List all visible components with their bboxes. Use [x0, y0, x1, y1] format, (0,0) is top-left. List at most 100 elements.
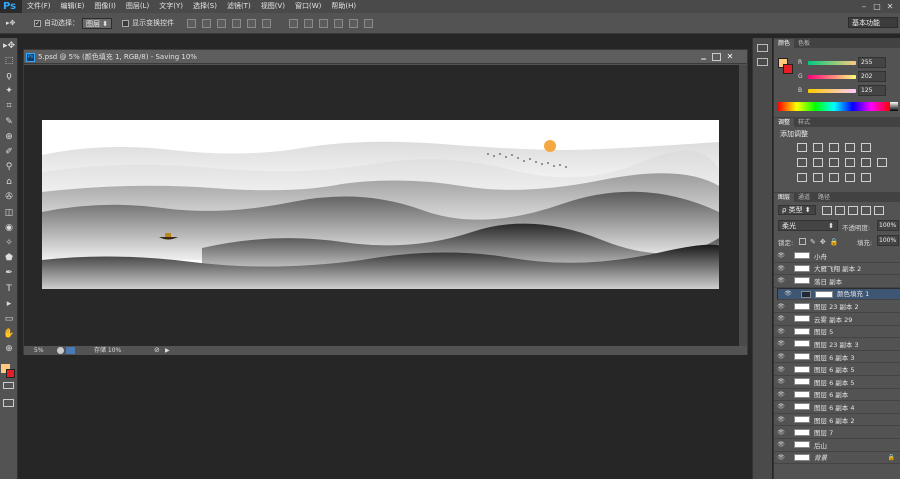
menu-item[interactable]: 文件(F)	[22, 0, 56, 13]
tool-3-icon[interactable]: ✦	[0, 84, 18, 99]
menu-item[interactable]: 图层(L)	[121, 0, 154, 13]
invert-icon[interactable]	[797, 173, 807, 182]
posterize-icon[interactable]	[813, 173, 823, 182]
distribute-right-icon[interactable]	[364, 18, 374, 28]
layer-row[interactable]: 👁 图层 6 副本 4	[774, 401, 900, 414]
layer-row[interactable]: 👁 图层 6 副本 3	[774, 351, 900, 364]
red-slider[interactable]	[808, 61, 856, 65]
filter-smart-icon[interactable]	[874, 206, 884, 215]
photo-filter-icon[interactable]	[845, 158, 855, 167]
visibility-eye-icon[interactable]: 👁	[774, 366, 788, 373]
lock-paint-icon[interactable]: ✎	[810, 238, 816, 246]
auto-select-dropdown[interactable]: 图层 ⬍	[82, 17, 113, 29]
layer-row[interactable]: 👁 后山	[774, 439, 900, 452]
workspace-switcher[interactable]: 基本功能	[848, 17, 898, 28]
doc-minimize-icon[interactable]: ▁	[699, 53, 708, 61]
blend-mode-dropdown[interactable]: 柔光 ⬍	[778, 220, 838, 231]
quick-mask-icon[interactable]	[3, 382, 14, 389]
tool-5-icon[interactable]: ✎	[0, 114, 18, 129]
lock-all-icon[interactable]: 🔒	[830, 238, 839, 246]
tool-4-icon[interactable]: ⌗	[0, 99, 18, 114]
visibility-eye-icon[interactable]: 👁	[774, 353, 788, 360]
tab-adjustments[interactable]: 调整	[774, 118, 795, 127]
visibility-eye-icon[interactable]: 👁	[774, 441, 788, 448]
vertical-scrollbar[interactable]	[739, 65, 747, 346]
filter-adjust-icon[interactable]	[835, 206, 845, 215]
doc-close-icon[interactable]: ✕	[725, 52, 735, 62]
maximize-button[interactable]: □	[871, 0, 883, 13]
color-lookup-icon[interactable]	[877, 158, 887, 167]
tool-6-icon[interactable]: ⊕	[0, 129, 18, 144]
tool-8-icon[interactable]: ⚲	[0, 160, 18, 175]
background-color-swatch[interactable]	[6, 369, 15, 378]
show-transform-checkbox[interactable]: 显示变换控件	[122, 17, 174, 30]
menu-item[interactable]: 选择(S)	[188, 0, 222, 13]
blue-slider[interactable]	[808, 89, 856, 93]
visibility-eye-icon[interactable]: 👁	[774, 454, 788, 461]
filter-pixel-icon[interactable]	[822, 206, 832, 215]
layer-row[interactable]: 👁 云雾 副本 29	[774, 313, 900, 326]
menu-item[interactable]: 帮助(H)	[326, 0, 361, 13]
layer-row[interactable]: 👁 图层 6 副本 2	[774, 414, 900, 427]
tool-16-icon[interactable]: T	[0, 281, 18, 296]
menu-item[interactable]: 图像(I)	[89, 0, 121, 13]
blue-value[interactable]: 125	[858, 85, 886, 96]
tool-1-icon[interactable]: ⬚	[0, 53, 18, 68]
brightness-icon[interactable]	[797, 143, 807, 152]
black-white-icon[interactable]	[829, 158, 839, 167]
distribute-bottom-icon[interactable]	[319, 18, 329, 28]
threshold-icon[interactable]	[829, 173, 839, 182]
move-tool-preset[interactable]: ▸✥	[6, 17, 26, 30]
distribute-vcenter-icon[interactable]	[304, 18, 314, 28]
color-balance-icon[interactable]	[813, 158, 823, 167]
fill-input[interactable]: 100%	[877, 235, 899, 246]
layer-row[interactable]: 👁 颜色填充 1	[777, 287, 900, 301]
align-right-icon[interactable]	[262, 18, 272, 28]
green-value[interactable]: 202	[858, 71, 886, 82]
exposure-icon[interactable]	[845, 143, 855, 152]
layer-row[interactable]: 👁 图层 7	[774, 426, 900, 439]
distribute-top-icon[interactable]	[289, 18, 299, 28]
align-vcenter-icon[interactable]	[202, 18, 212, 28]
tab-color[interactable]: 颜色	[774, 39, 795, 48]
tool-13-icon[interactable]: ✧	[0, 235, 18, 250]
tool-14-icon[interactable]: ⬟	[0, 251, 18, 266]
visibility-eye-icon[interactable]: 👁	[774, 252, 788, 259]
tool-15-icon[interactable]: ✒	[0, 266, 18, 281]
red-value[interactable]: 255	[858, 57, 886, 68]
tool-2-icon[interactable]: ϙ	[0, 68, 18, 83]
align-top-icon[interactable]	[187, 18, 197, 28]
align-bottom-icon[interactable]	[217, 18, 227, 28]
gradient-map-icon[interactable]	[845, 173, 855, 182]
visibility-eye-icon[interactable]: 👁	[774, 340, 788, 347]
close-button[interactable]: ✕	[884, 0, 896, 13]
layer-row[interactable]: 👁 图层 23 副本 2	[774, 300, 900, 313]
layer-row[interactable]: 👁 图层 6 副本 5	[774, 376, 900, 389]
tab-styles[interactable]: 样式	[794, 118, 814, 127]
menu-item[interactable]: 视图(V)	[256, 0, 290, 13]
distribute-left-icon[interactable]	[334, 18, 344, 28]
menu-item[interactable]: 窗口(W)	[290, 0, 326, 13]
layer-row[interactable]: 👁 落日 副本	[774, 275, 900, 288]
hue-saturation-icon[interactable]	[797, 158, 807, 167]
visibility-eye-icon[interactable]: 👁	[774, 315, 788, 322]
tool-9-icon[interactable]: ⌂	[0, 175, 18, 190]
tab-paths[interactable]: 路径	[814, 193, 834, 202]
menu-item[interactable]: 编辑(E)	[56, 0, 90, 13]
visibility-eye-icon[interactable]: 👁	[774, 429, 788, 436]
minimize-button[interactable]: –	[858, 0, 870, 13]
layer-mask-thumbnail[interactable]	[815, 290, 833, 298]
bw-ramp[interactable]	[890, 102, 898, 111]
visibility-eye-icon[interactable]: 👁	[774, 391, 788, 398]
history-panel-icon[interactable]	[757, 44, 768, 52]
visibility-eye-icon[interactable]: 👁	[781, 289, 795, 299]
visibility-eye-icon[interactable]: 👁	[774, 403, 788, 410]
tab-swatches[interactable]: 色板	[794, 39, 814, 48]
layer-row[interactable]: 👁 大雁飞翔 副本 2	[774, 263, 900, 276]
properties-panel-icon[interactable]	[757, 58, 768, 66]
cancel-save-icon[interactable]: ⊘	[154, 346, 160, 355]
selective-color-icon[interactable]	[861, 173, 871, 182]
tool-0-icon[interactable]: ▸✥	[0, 38, 18, 53]
tab-channels[interactable]: 通道	[794, 193, 814, 202]
layer-filter-dropdown[interactable]: ρ 类型 ⬍	[778, 205, 816, 215]
